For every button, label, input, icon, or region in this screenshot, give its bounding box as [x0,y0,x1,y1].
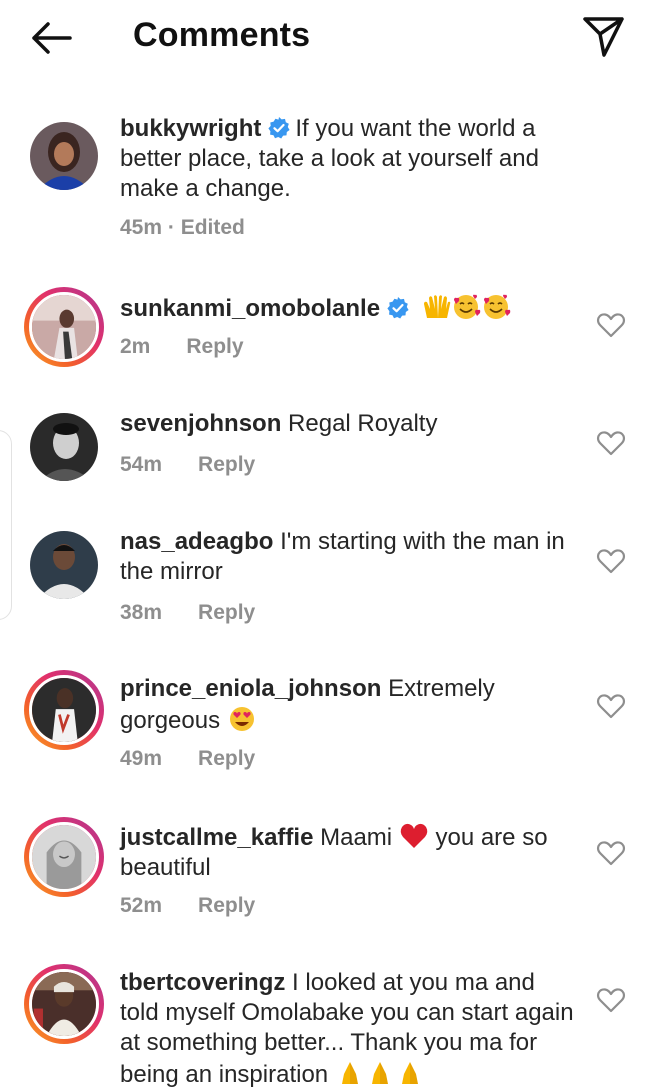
comment-text: Maami [320,824,393,851]
red-heart-emoji [399,821,429,851]
heart-icon[interactable] [596,429,626,457]
raising-hands-emoji [421,292,451,322]
timestamp: 2m [120,335,151,358]
timestamp: 54m [120,453,163,476]
avatar[interactable] [24,525,104,605]
avatar[interactable] [24,964,104,1044]
username[interactable]: tbertcoveringz [120,969,285,996]
timestamp: 38m [120,601,163,624]
send-paper-plane-icon[interactable] [578,12,630,60]
timestamp: 52m [120,894,163,917]
avatar[interactable] [24,670,104,750]
folded-hands-emoji [395,1058,425,1088]
username[interactable]: sevenjohnson [120,410,281,437]
reply-button[interactable]: Reply [186,335,243,359]
username[interactable]: justcallme_kaffie [120,824,313,851]
header: Comments [0,0,662,76]
smiling-face-with-hearts-emoji [451,292,481,322]
heart-eyes-emoji [227,704,257,734]
comment-text: Regal Royalty [288,410,438,437]
reply-button[interactable]: Reply [198,453,255,477]
heart-icon[interactable] [596,692,626,720]
comment-item: tbertcoveringz I looked at you ma and to… [0,964,662,1089]
username[interactable]: bukkywright [120,115,261,142]
verified-badge-icon [386,296,410,320]
username[interactable]: sunkanmi_omobolanle [120,295,380,322]
folded-hands-emoji [365,1058,395,1088]
heart-icon[interactable] [596,839,626,867]
side-drawer-handle[interactable] [0,430,12,620]
avatar[interactable] [24,407,104,487]
reply-button[interactable]: Reply [198,747,255,771]
smiling-face-with-hearts-emoji [481,292,511,322]
timestamp: 45m · Edited [120,216,245,239]
folded-hands-emoji [335,1058,365,1088]
timestamp: 49m [120,747,163,770]
back-arrow-icon[interactable] [26,14,78,62]
username[interactable]: nas_adeagbo [120,528,273,555]
verified-badge-icon [267,116,291,140]
avatar[interactable] [24,287,104,367]
heart-icon[interactable] [596,986,626,1014]
avatar[interactable] [24,817,104,897]
heart-icon[interactable] [596,311,626,339]
heart-icon[interactable] [596,547,626,575]
page-title: Comments [133,16,311,54]
avatar[interactable] [24,116,104,196]
reply-button[interactable]: Reply [198,894,255,918]
username[interactable]: prince_eniola_johnson [120,675,381,702]
reply-button[interactable]: Reply [198,601,255,625]
